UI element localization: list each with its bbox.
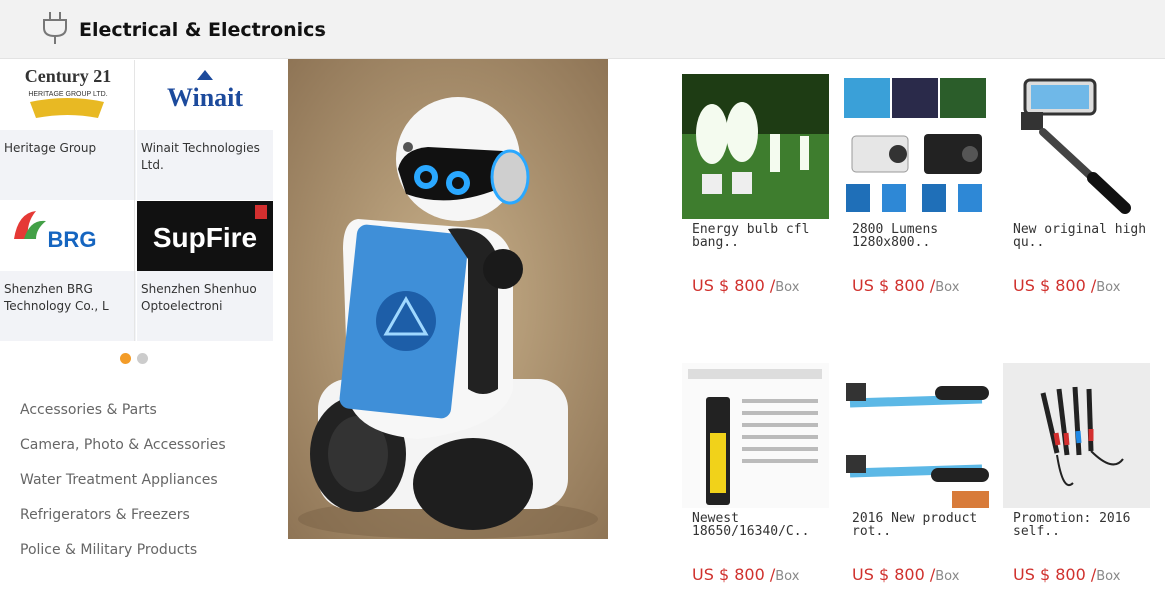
brand-card[interactable]: SupFire Shenzhen Shenhuo Optoelectroni bbox=[137, 201, 273, 341]
svg-text:Century 21: Century 21 bbox=[25, 66, 112, 86]
category-header: Electrical & Electronics › bbox=[0, 0, 1165, 59]
product-title[interactable]: New original high qu.. bbox=[1003, 223, 1150, 253]
brand-card[interactable]: BRG Shenzhen BRG Technology Co., L bbox=[0, 201, 136, 341]
plug-icon bbox=[43, 12, 67, 44]
category-link[interactable]: Water Treatment Appliances bbox=[20, 472, 226, 507]
product-price: US $ 800 /Box bbox=[852, 565, 960, 584]
product-price: US $ 800 /Box bbox=[1013, 565, 1121, 584]
product-title[interactable]: 2016 New product rot.. bbox=[842, 512, 989, 542]
brand-name[interactable]: Winait Technologies Ltd. bbox=[141, 140, 269, 174]
svg-text:SupFire: SupFire bbox=[153, 222, 257, 253]
product-card[interactable]: 2800 Lumens 1280x800.. US $ 800 /Box bbox=[842, 74, 989, 295]
carousel-dots bbox=[120, 353, 148, 364]
brand-logo: BRG bbox=[0, 201, 136, 271]
svg-text:Winait: Winait bbox=[167, 83, 243, 112]
robot-image bbox=[288, 59, 608, 539]
brand-logo: SupFire bbox=[137, 201, 273, 271]
brand-logo: Winait bbox=[137, 60, 273, 130]
product-price: US $ 800 /Box bbox=[1013, 276, 1121, 295]
product-card[interactable]: Energy bulb cfl bang.. US $ 800 /Box bbox=[682, 74, 829, 295]
product-title[interactable]: Promotion: 2016 self.. bbox=[1003, 512, 1150, 542]
product-price: US $ 800 /Box bbox=[852, 276, 960, 295]
brand-name[interactable]: Shenzhen BRG Technology Co., L bbox=[4, 281, 132, 315]
category-link[interactable]: Refrigerators & Freezers bbox=[20, 507, 226, 542]
product-card[interactable]: Newest 18650/16340/C.. US $ 800 /Box bbox=[682, 363, 829, 584]
product-card[interactable]: New original high qu.. US $ 800 /Box bbox=[1003, 74, 1150, 295]
category-list: Accessories & Parts Camera, Photo & Acce… bbox=[20, 402, 226, 577]
product-title[interactable]: 2800 Lumens 1280x800.. bbox=[842, 223, 989, 253]
category-link[interactable]: Camera, Photo & Accessories bbox=[20, 437, 226, 472]
brand-card[interactable]: Winait Winait Technologies Ltd. bbox=[137, 60, 273, 200]
product-image[interactable] bbox=[842, 74, 989, 219]
svg-text:HERITAGE GROUP LTD.: HERITAGE GROUP LTD. bbox=[28, 91, 107, 98]
hero-banner[interactable] bbox=[288, 59, 608, 539]
product-image[interactable] bbox=[682, 74, 829, 219]
product-title[interactable]: Newest 18650/16340/C.. bbox=[682, 512, 829, 542]
brand-name[interactable]: Shenzhen Shenhuo Optoelectroni bbox=[141, 281, 269, 315]
product-card[interactable]: Promotion: 2016 self.. US $ 800 /Box bbox=[1003, 363, 1150, 584]
product-image[interactable] bbox=[682, 363, 829, 508]
category-link[interactable]: Accessories & Parts bbox=[20, 402, 226, 437]
chevron-right-icon[interactable]: › bbox=[320, 22, 326, 41]
product-title[interactable]: Energy bulb cfl bang.. bbox=[682, 223, 829, 253]
svg-text:BRG: BRG bbox=[48, 227, 97, 252]
category-title[interactable]: Electrical & Electronics bbox=[79, 19, 326, 41]
product-image[interactable] bbox=[842, 363, 989, 508]
brand-grid: Century 21 HERITAGE GROUP LTD. Heritage … bbox=[0, 60, 273, 341]
category-link[interactable]: Police & Military Products bbox=[20, 542, 226, 577]
product-price: US $ 800 /Box bbox=[692, 565, 800, 584]
divider bbox=[134, 60, 135, 341]
brand-card[interactable]: Century 21 HERITAGE GROUP LTD. Heritage … bbox=[0, 60, 136, 200]
product-card[interactable]: 2016 New product rot.. US $ 800 /Box bbox=[842, 363, 989, 584]
brand-name[interactable]: Heritage Group bbox=[4, 140, 132, 157]
carousel-dot-active[interactable] bbox=[120, 353, 131, 364]
product-image[interactable] bbox=[1003, 363, 1150, 508]
brand-logo: Century 21 HERITAGE GROUP LTD. bbox=[0, 60, 136, 130]
product-image[interactable] bbox=[1003, 74, 1150, 219]
product-price: US $ 800 /Box bbox=[692, 276, 800, 295]
carousel-dot[interactable] bbox=[137, 353, 148, 364]
